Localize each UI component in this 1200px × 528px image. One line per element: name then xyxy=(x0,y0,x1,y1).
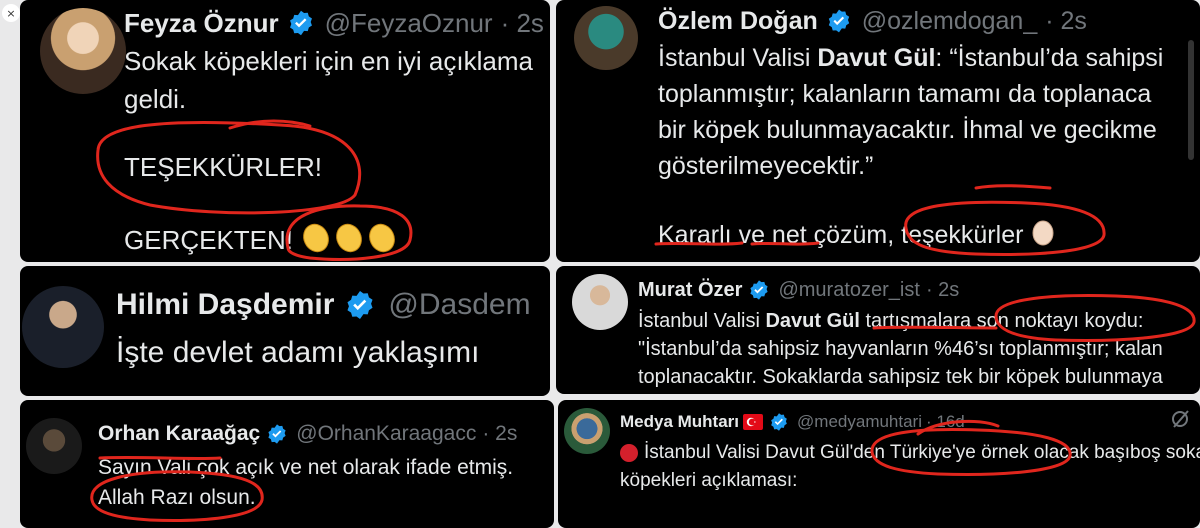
tweet-text-line: köpekleri açıklaması: xyxy=(620,470,798,491)
tweet-card-feyza[interactable]: Feyza Öznur @FeyzaOznur · 2s Sokak köpek… xyxy=(20,0,550,262)
author-handle[interactable]: @FeyzaOznur xyxy=(325,8,493,39)
tweet-text-line: İşte devlet adamı yaklaşımı xyxy=(116,336,480,369)
tweet-text-line: Sayın Vali çok açık ve net olarak ifade … xyxy=(98,456,514,479)
tweet-text-line: İstanbul Valisi Davut Gül tartışmalara s… xyxy=(638,310,1144,332)
avatar[interactable] xyxy=(574,6,638,70)
author-name[interactable]: Murat Özer xyxy=(638,279,742,302)
avatar[interactable] xyxy=(26,418,82,474)
tweet-card-murat[interactable]: Murat Özer @muratozer_ist · 2s İstanbul … xyxy=(556,266,1200,394)
waving-hand-icon xyxy=(1029,218,1057,253)
author-handle[interactable]: @OrhanKaraagacc xyxy=(296,422,476,446)
avatar[interactable] xyxy=(572,274,628,330)
author-name[interactable]: Medya Muhtarı xyxy=(620,412,739,432)
tweet-card-medya[interactable]: Medya Muhtarı @medyamuhtari · 16d İstanb… xyxy=(558,400,1200,528)
tweet-text-line: toplanacaktır. Sokaklarda sahipsiz tek b… xyxy=(638,366,1163,388)
verified-badge-icon xyxy=(748,279,770,301)
timestamp[interactable]: · 2s xyxy=(482,422,517,446)
author-handle[interactable]: @ozlemdogan_ xyxy=(862,7,1038,36)
author-name[interactable]: Özlem Doğan xyxy=(658,7,818,36)
timestamp[interactable]: · 2s xyxy=(926,279,959,302)
tweet-text-line: geldi. xyxy=(124,84,187,114)
verified-badge-icon xyxy=(287,9,315,37)
tweet-text-line: Kararlı ve net çözüm, teşekkürler xyxy=(658,221,1024,249)
turkey-flag-icon xyxy=(743,414,764,430)
tweet-text-line: GERÇEKTEN! xyxy=(124,225,294,255)
avatar[interactable] xyxy=(564,408,610,454)
tweet-card-ozlem[interactable]: Özlem Doğan @ozlemdogan_ · 2s İstanbul V… xyxy=(556,0,1200,262)
tweet-text-line: "İstanbul’da sahipsiz hayvanların %46’sı… xyxy=(638,338,1163,360)
author-handle[interactable]: @medyamuhtari xyxy=(797,412,922,432)
tweet-text-line: TEŞEKKÜRLER! xyxy=(124,152,322,182)
tweet-text-line: gösterilmeyecektir.” xyxy=(658,152,874,180)
avatar[interactable] xyxy=(22,286,104,368)
grok-icon[interactable] xyxy=(1170,408,1192,435)
scrollbar[interactable] xyxy=(1188,40,1194,160)
close-icon[interactable]: × xyxy=(2,4,20,22)
author-name[interactable]: Orhan Karaağaç xyxy=(98,422,260,446)
author-name[interactable]: Hilmi Daşdemir xyxy=(116,288,334,322)
verified-badge-icon xyxy=(769,412,789,432)
tweet-text-line: İstanbul Valisi Davut Gül'den Türkiye'ye… xyxy=(620,442,1200,464)
verified-badge-icon xyxy=(826,8,852,34)
verified-badge-icon xyxy=(266,423,288,445)
timestamp[interactable]: · 16d xyxy=(926,412,965,432)
collage: × Feyza Öznur @FeyzaOznur · 2s Sokak köp… xyxy=(0,0,1200,528)
author-handle[interactable]: @Dasdem xyxy=(388,288,530,322)
red-circle-icon xyxy=(620,443,638,462)
tweet-text-line: bir köpek bulunmayacaktır. İhmal ve geci… xyxy=(658,116,1157,144)
tweet-text-line: toplanmıştır; kalanların tamamı da topla… xyxy=(658,80,1152,108)
author-handle[interactable]: @muratozer_ist xyxy=(778,279,919,302)
clapping-hands-icon xyxy=(299,220,399,261)
timestamp[interactable]: · 2s xyxy=(501,8,544,39)
verified-badge-icon xyxy=(344,289,376,321)
author-name[interactable]: Feyza Öznur xyxy=(124,8,279,39)
tweet-text-line: İstanbul Valisi Davut Gül: “İstanbul’da … xyxy=(658,44,1164,72)
tweet-card-hilmi[interactable]: Hilmi Daşdemir @Dasdem İşte devlet adamı… xyxy=(20,266,550,396)
tweet-text-line: Sokak köpekleri için en iyi açıklama xyxy=(124,46,533,76)
tweet-card-orhan[interactable]: Orhan Karaağaç @OrhanKaraagacc · 2s Sayı… xyxy=(20,400,554,528)
tweet-text-line: Allah Razı olsun. xyxy=(98,486,256,509)
timestamp[interactable]: · 2s xyxy=(1045,7,1087,36)
avatar[interactable] xyxy=(40,8,126,94)
